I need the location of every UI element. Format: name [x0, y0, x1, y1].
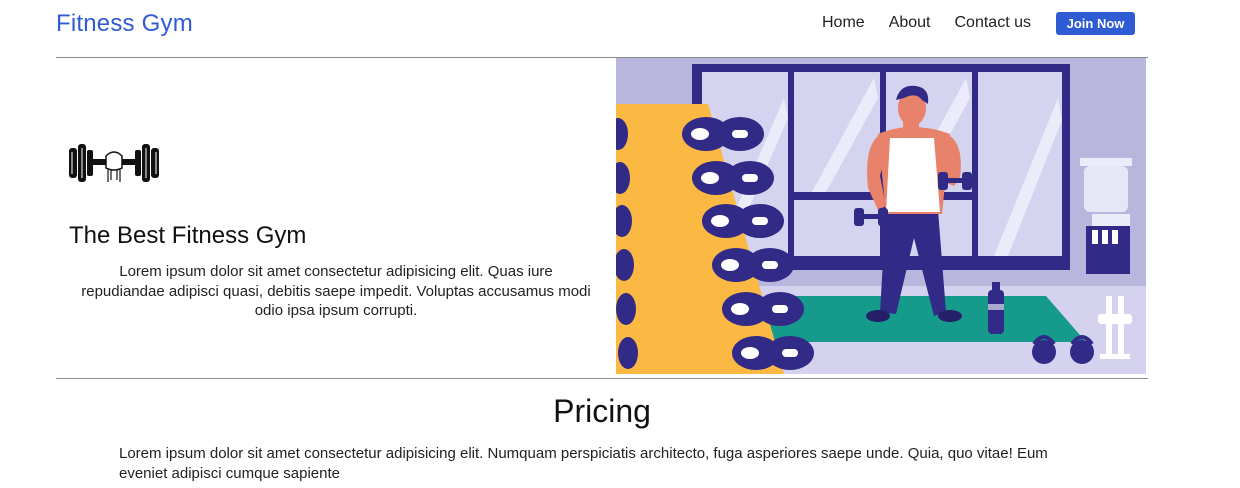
hero-title: The Best Fitness Gym: [69, 222, 307, 249]
hero-content: The Best Fitness Gym Lorem ipsum dolor s…: [56, 58, 616, 378]
dumbbell-icon: [69, 144, 159, 182]
nav-link-about[interactable]: About: [889, 14, 931, 32]
pricing-title: Pricing: [553, 393, 651, 429]
join-now-button[interactable]: Join Now: [1056, 12, 1135, 35]
nav-links: Home About Contact us: [822, 14, 1055, 32]
pricing-description: Lorem ipsum dolor sit amet consectetur a…: [119, 445, 1048, 482]
hero-image: [616, 58, 1146, 374]
nav-link-contact[interactable]: Contact us: [955, 14, 1031, 32]
hero-section: The Best Fitness Gym Lorem ipsum dolor s…: [56, 58, 1148, 379]
hero-description: Lorem ipsum dolor sit amet consectetur a…: [81, 263, 591, 319]
navbar: Fitness Gym Home About Contact us Join N…: [56, 0, 1148, 58]
gym-illustration: [616, 58, 1146, 374]
nav-link-home[interactable]: Home: [822, 14, 865, 32]
brand-logo-link[interactable]: Fitness Gym: [56, 10, 193, 38]
